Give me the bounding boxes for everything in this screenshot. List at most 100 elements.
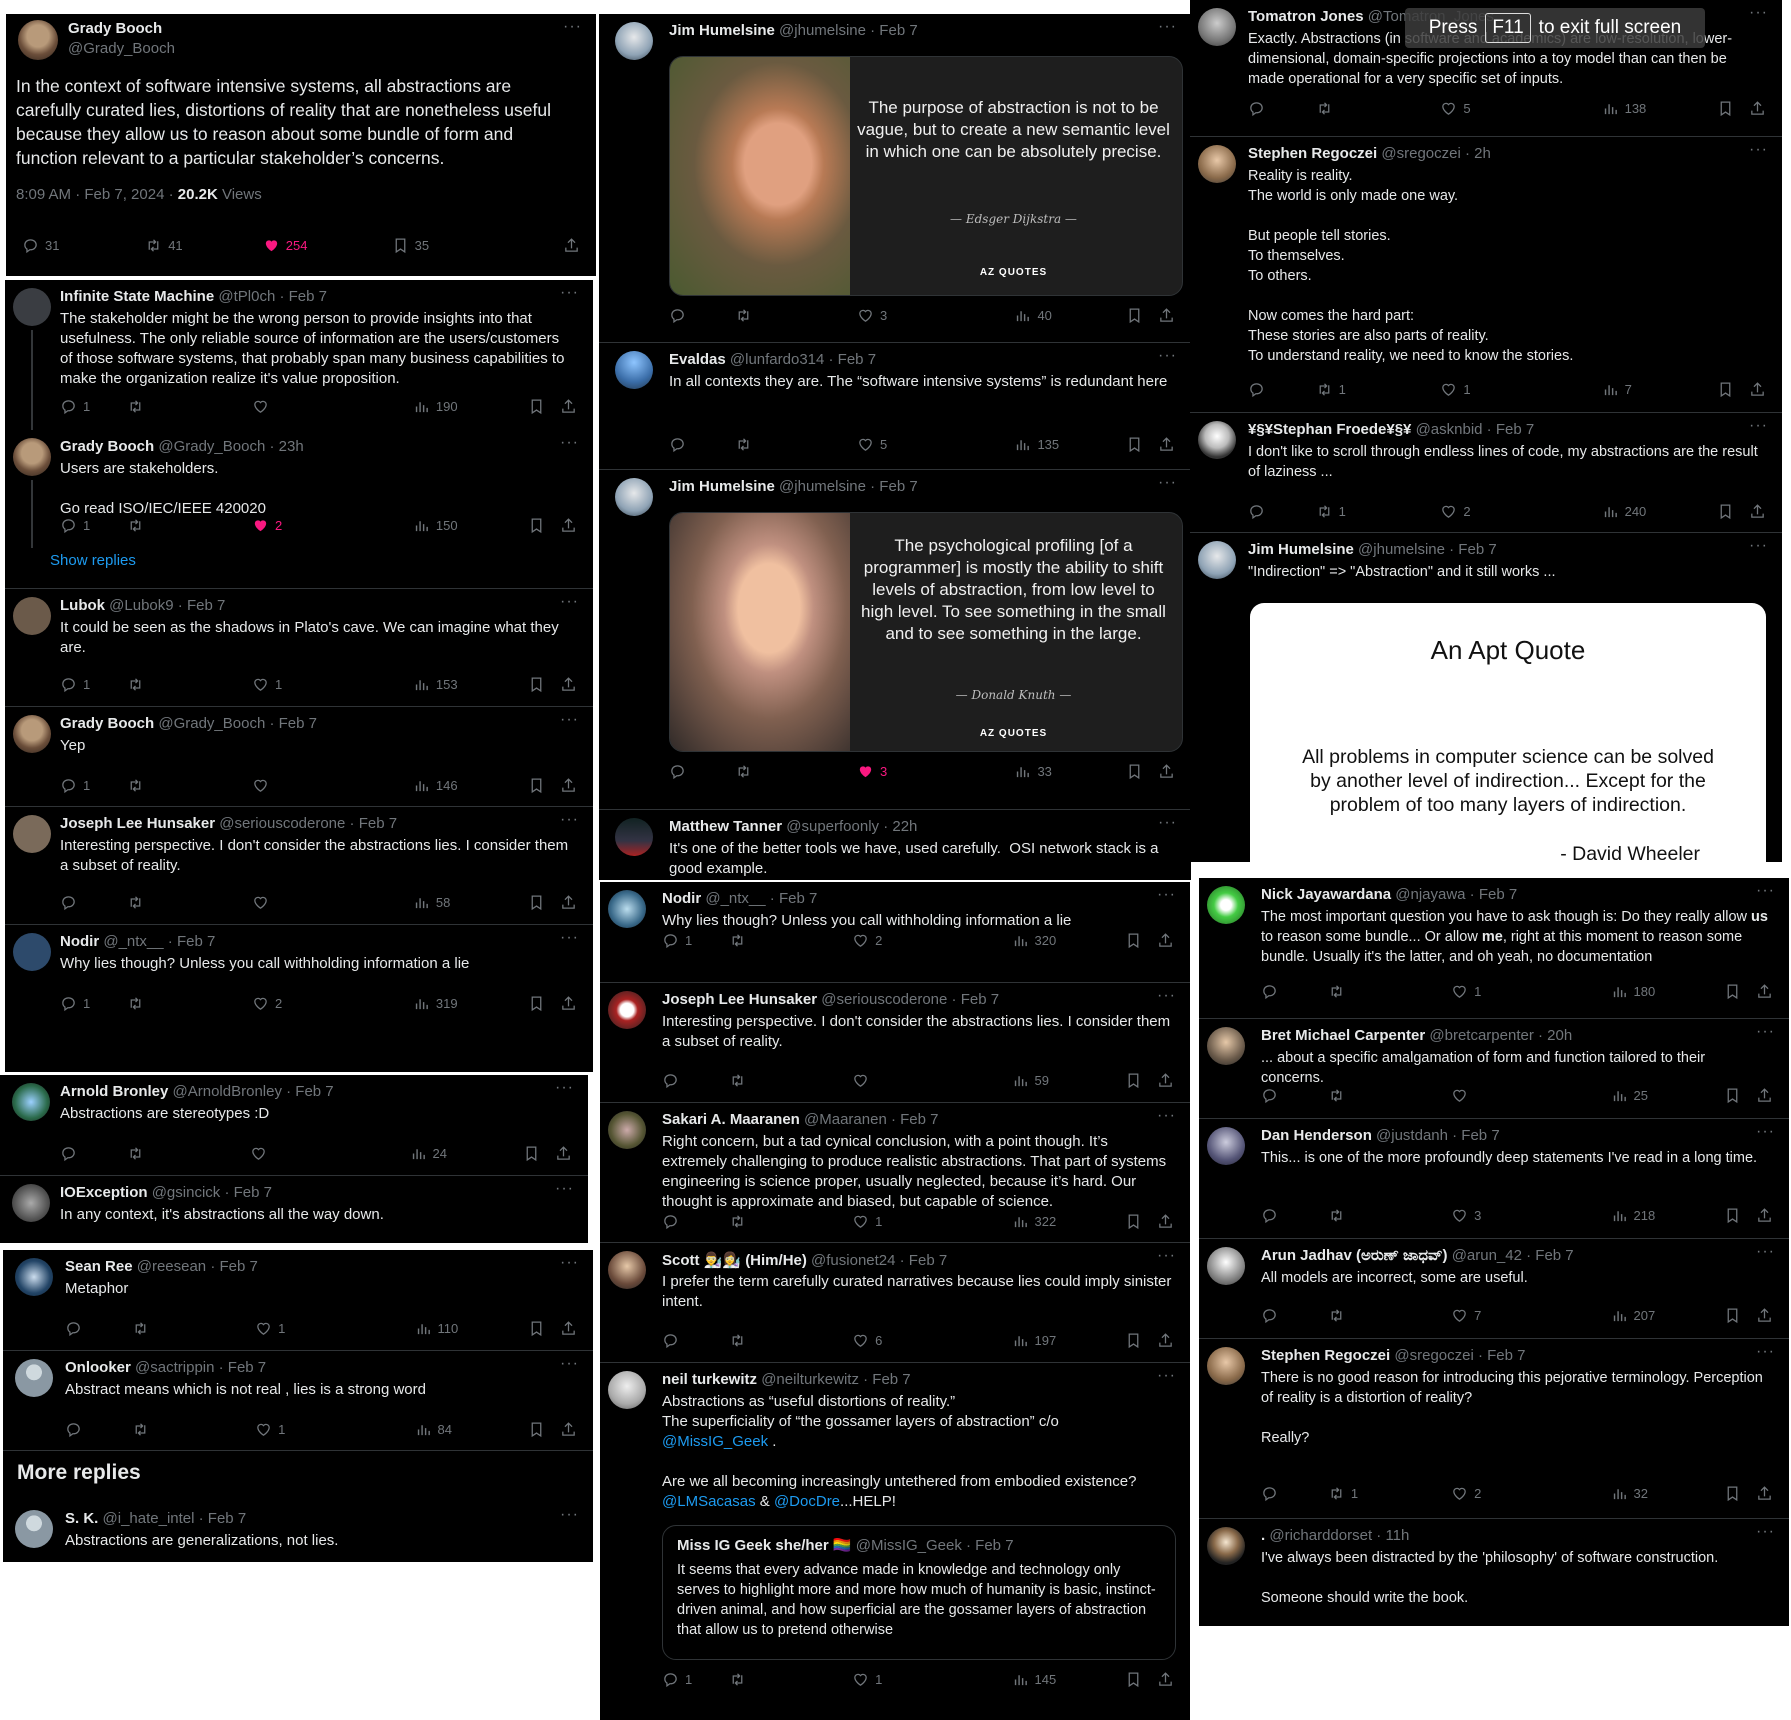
more-options-icon[interactable]: ··· (1157, 1367, 1176, 1385)
share-button[interactable] (1756, 1207, 1773, 1224)
author-name[interactable]: Nodir (60, 933, 99, 950)
like-button[interactable]: 5 (1440, 100, 1471, 117)
reply-button[interactable] (60, 1145, 83, 1162)
avatar[interactable] (12, 1184, 50, 1222)
retweet-button[interactable] (127, 517, 150, 534)
like-button[interactable]: 6 (852, 1332, 882, 1349)
views-button[interactable]: 150 (413, 517, 458, 534)
author-name[interactable]: Sean Ree (65, 1258, 133, 1275)
bookmark-button[interactable] (1717, 381, 1734, 398)
reply-button[interactable]: 1 (60, 676, 90, 693)
views-button[interactable]: 180 (1611, 983, 1655, 1000)
views-button[interactable]: 33 (1014, 763, 1052, 780)
author-handle[interactable]: @neilturkewitz · Feb 7 (761, 1371, 910, 1388)
share-button[interactable] (1158, 436, 1175, 453)
share-button[interactable] (555, 1145, 572, 1162)
quote-image-card[interactable]: The psychological profiling [of a progra… (669, 512, 1183, 752)
like-button[interactable]: 2 (1440, 503, 1471, 520)
share-button[interactable] (560, 517, 577, 534)
avatar[interactable] (608, 1111, 646, 1149)
reply-tweet[interactable]: Sean Ree @reesean · Feb 7 ··· Metaphor 1 110 (3, 1250, 593, 1350)
like-button[interactable]: 3 (857, 307, 887, 324)
author-handle[interactable]: @seriouscoderone · Feb 7 (821, 991, 999, 1008)
bookmark-button[interactable] (1125, 1671, 1142, 1688)
author-handle[interactable]: @reesean · Feb 7 (137, 1258, 258, 1275)
author-handle[interactable]: @asknbid · Feb 7 (1416, 421, 1535, 438)
author-handle[interactable]: @sactrippin · Feb 7 (135, 1359, 266, 1376)
author-handle[interactable]: @_ntx__ · Feb 7 (103, 933, 215, 950)
bookmark-button[interactable] (528, 398, 545, 415)
bookmark-button[interactable] (1126, 763, 1143, 780)
author-name[interactable]: neil turkewitz (662, 1371, 757, 1388)
author-name[interactable]: Stephen Regoczei (1248, 145, 1377, 162)
share-button[interactable] (1756, 983, 1773, 1000)
views-button[interactable]: 7 (1602, 381, 1632, 398)
avatar[interactable] (615, 351, 653, 389)
reply-tweet[interactable]: Stephen Regoczei @sregoczei · Feb 7 ··· Th… (1199, 1338, 1789, 1519)
share-button[interactable] (1749, 100, 1766, 117)
more-options-icon[interactable]: ··· (1157, 1107, 1176, 1125)
share-button[interactable] (1157, 932, 1174, 949)
more-options-icon[interactable]: ··· (560, 929, 579, 947)
views-button[interactable]: 59 (1012, 1072, 1049, 1089)
reply-tweet[interactable]: S. K. @i_hate_intel · Feb 7 ··· Abstractio… (3, 1502, 593, 1562)
avatar[interactable] (13, 715, 51, 753)
author-name[interactable]: Onlooker (65, 1359, 131, 1376)
avatar[interactable] (18, 20, 58, 60)
more-options-icon[interactable]: ··· (560, 1506, 579, 1524)
share-button[interactable] (560, 1421, 577, 1438)
avatar[interactable] (1207, 1027, 1245, 1065)
author-handle[interactable]: @tPl0ch · Feb 7 (218, 288, 327, 305)
author-handle[interactable]: @Maaranen · Feb 7 (804, 1111, 938, 1128)
reply-button[interactable] (662, 1332, 685, 1349)
more-options-icon[interactable]: ··· (560, 284, 579, 302)
like-button[interactable] (252, 777, 275, 794)
reply-tweet[interactable]: Nick Jayawardana @njayawa · Feb 7 ··· The … (1199, 878, 1789, 1018)
author-handle[interactable]: @jhumelsine · Feb 7 (1358, 541, 1497, 558)
reply-tweet[interactable]: Jim Humelsine @jhumelsine · Feb 7 ··· "Ind… (1190, 532, 1782, 862)
avatar[interactable] (615, 478, 653, 516)
like-button[interactable]: 2 (1451, 1485, 1481, 1502)
share-button[interactable] (1756, 1307, 1773, 1324)
author-handle[interactable]: @Grady_Booch · Feb 7 (158, 715, 317, 732)
show-replies-link[interactable]: Show replies (50, 552, 136, 569)
avatar[interactable] (13, 815, 51, 853)
author-handle[interactable]: @_ntx__ · Feb 7 (705, 890, 817, 907)
avatar[interactable] (13, 597, 51, 635)
reply-tweet[interactable]: Nodir @_ntx__ · Feb 7 ··· Why lies though?… (600, 882, 1190, 982)
author-handle[interactable]: @Grady_Booch (68, 40, 175, 57)
quote-card-image[interactable]: An Apt Quote All problems in computer sci… (1250, 603, 1766, 862)
views-button[interactable]: 145 (1012, 1671, 1056, 1688)
author-handle[interactable]: @Lubok9 · Feb 7 (109, 597, 225, 614)
like-button[interactable]: 2 (252, 517, 282, 534)
author-handle[interactable]: @bretcarpenter · 20h (1429, 1027, 1572, 1044)
like-button[interactable]: 254 (263, 237, 308, 254)
reply-button[interactable]: 1 (662, 932, 692, 949)
views-button[interactable]: 135 (1014, 436, 1059, 453)
avatar[interactable] (13, 933, 51, 971)
share-button[interactable] (560, 995, 577, 1012)
author-name[interactable]: Arun Jadhav (ಅರುಣ್ ಜಾಧವ್) (1261, 1247, 1448, 1264)
reply-tweet[interactable]: Arun Jadhav (ಅರುಣ್ ಜಾಧವ್) @arun_42 · Feb… (1199, 1238, 1789, 1339)
bookmark-button[interactable] (1724, 1307, 1741, 1324)
reply-tweet[interactable]: Bret Michael Carpenter @bretcarpenter · … (1199, 1018, 1789, 1119)
author-name[interactable]: Jim Humelsine (669, 22, 775, 39)
like-button[interactable]: 7 (1451, 1307, 1481, 1324)
retweet-button[interactable] (1328, 983, 1351, 1000)
retweet-button[interactable]: 1 (1316, 381, 1346, 398)
more-options-icon[interactable]: ··· (1749, 537, 1768, 555)
reply-button[interactable] (1261, 1207, 1284, 1224)
author-name[interactable]: Arnold Bronley (60, 1083, 168, 1100)
author-handle[interactable]: @njayawa · Feb 7 (1395, 886, 1517, 903)
reply-button[interactable]: 1 (60, 517, 90, 534)
like-button[interactable] (250, 1145, 273, 1162)
views-button[interactable]: 110 (415, 1320, 458, 1337)
retweet-button[interactable] (729, 1332, 752, 1349)
reply-tweet[interactable]: More replies (3, 1450, 593, 1503)
avatar[interactable] (1207, 1247, 1245, 1285)
views-button[interactable]: 320 (1012, 932, 1056, 949)
reply-tweet[interactable]: ¥§¥Stephan Froede¥§¥ @asknbid · Feb 7 ···… (1190, 412, 1782, 533)
retweet-button[interactable] (735, 763, 758, 780)
author-handle[interactable]: @justdanh · Feb 7 (1376, 1127, 1500, 1144)
more-options-icon[interactable]: ··· (1158, 18, 1177, 36)
